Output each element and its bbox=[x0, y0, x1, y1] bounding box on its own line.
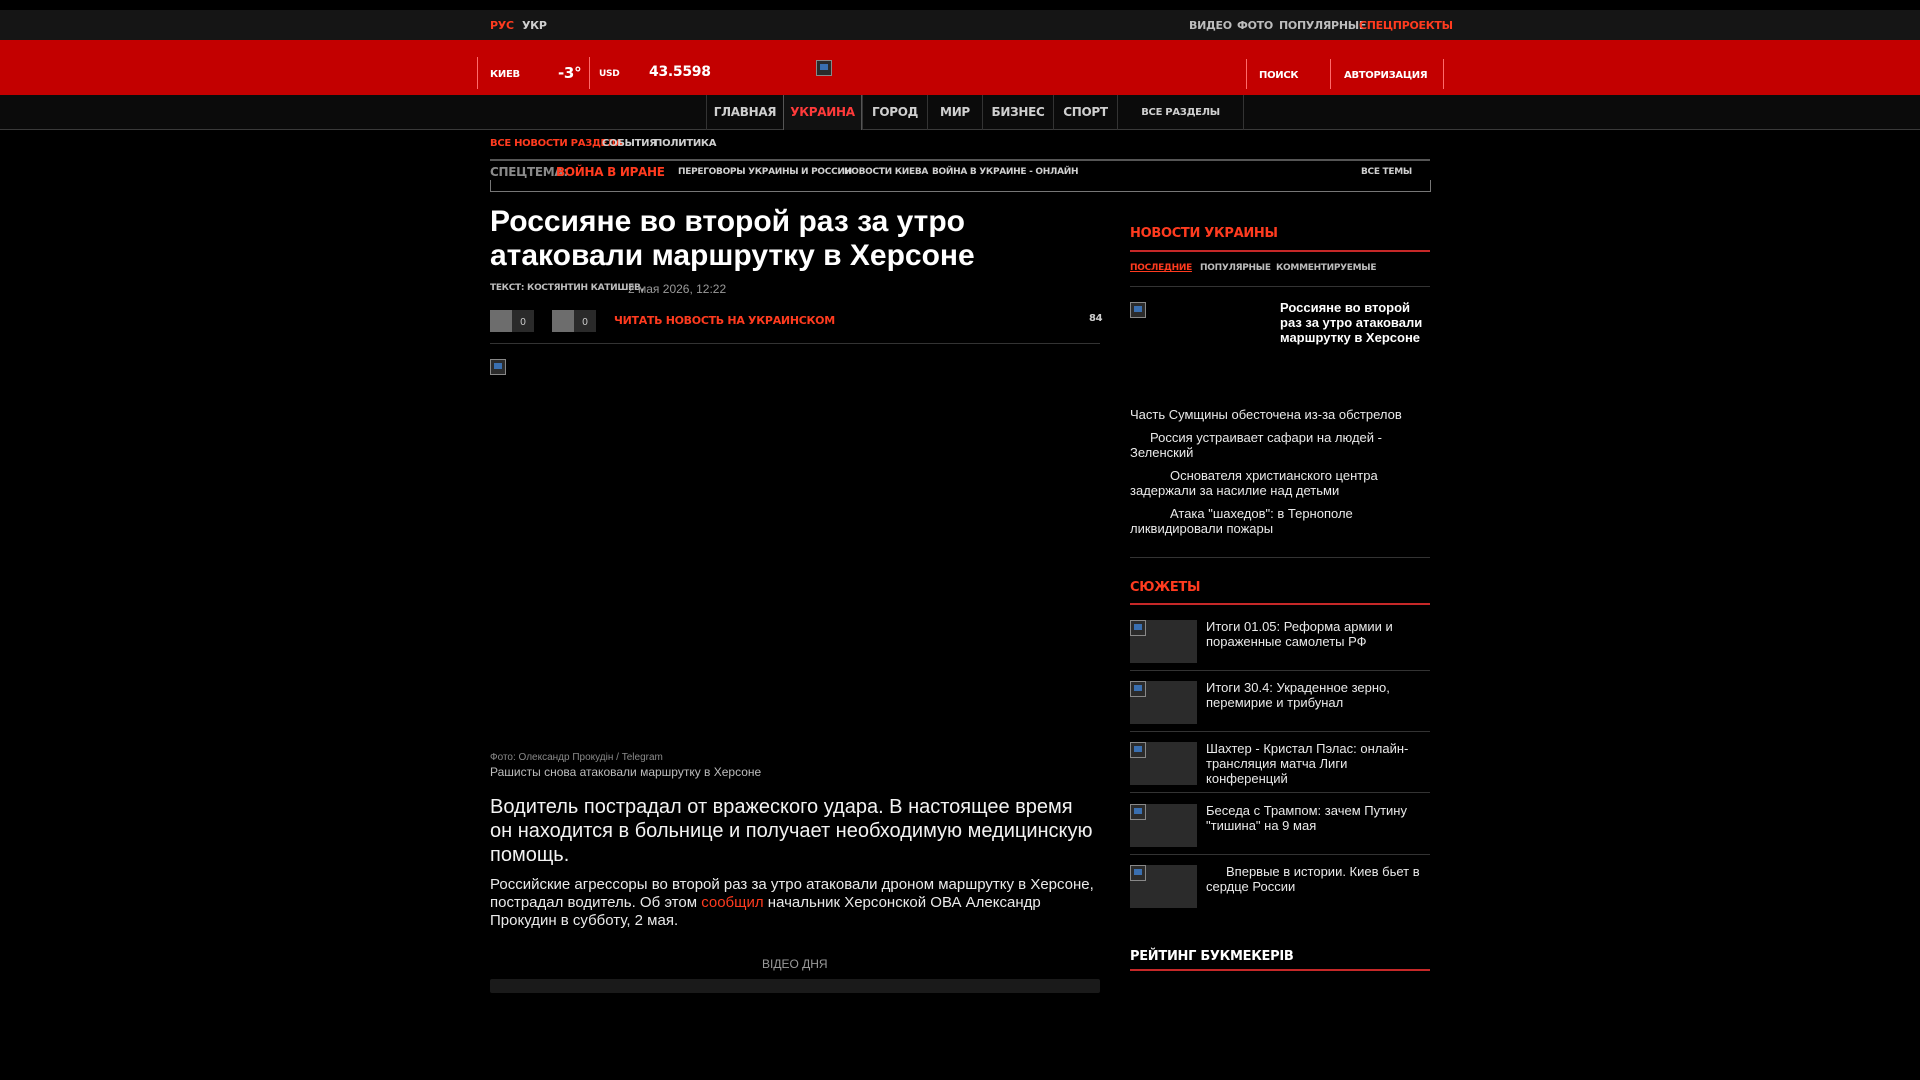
featured-news-image[interactable] bbox=[1130, 302, 1146, 318]
article-author[interactable]: ТЕКСТ: КОСТЯНТИН КАТИШЕВ, bbox=[490, 283, 644, 293]
video-day-player[interactable] bbox=[490, 979, 1100, 993]
special-topic-link[interactable]: ВОЙНА В ИРАНЕ bbox=[556, 165, 665, 179]
nav-all-sections[interactable]: ВСЕ РАЗДЕЛЫ bbox=[1117, 95, 1244, 130]
weather-city: КИЕВ bbox=[490, 69, 520, 80]
tab-latest[interactable]: ПОСЛЕДНИЕ bbox=[1130, 263, 1192, 273]
topic-link-all[interactable]: ВСЕ ТЕМЫ bbox=[1361, 167, 1412, 177]
image-icon bbox=[1130, 865, 1146, 881]
story-thumbnail[interactable] bbox=[1130, 620, 1197, 663]
news-ukraine-title[interactable]: НОВОСТИ УКРАИНЫ bbox=[1130, 226, 1278, 241]
views-count: 84 bbox=[1089, 313, 1103, 324]
article-date: 2 мая 2026, 12:22 bbox=[628, 282, 727, 296]
story-thumbnail[interactable] bbox=[1130, 865, 1197, 908]
divider bbox=[1130, 286, 1430, 287]
photo-credit: Фото: Олександр Прокудін / Telegram bbox=[490, 752, 663, 763]
share-count-box: 0 bbox=[574, 310, 596, 332]
top-link-photo[interactable]: ФОТО bbox=[1237, 19, 1273, 32]
nav-item-city[interactable]: ГОРОД bbox=[862, 95, 927, 130]
bookmaker-rating-title: РЕЙТИНГ БУКМЕКЕРІВ bbox=[1130, 949, 1294, 964]
story-item[interactable]: Шахтер - Кристал Пэлас: онлайн-трансляци… bbox=[1206, 741, 1426, 786]
tab-commented[interactable]: КОММЕНТИРУЕМЫЕ bbox=[1276, 263, 1376, 273]
read-in-ukrainian-link[interactable]: ЧИТАТЬ НОВОСТЬ НА УКРАИНСКОМ bbox=[614, 314, 835, 327]
nav-item-sport[interactable]: СПОРТ bbox=[1053, 95, 1117, 130]
subnav-events[interactable]: СОБЫТИЯ bbox=[602, 138, 657, 149]
story-thumbnail[interactable] bbox=[1130, 681, 1197, 724]
story-item[interactable]: Итоги 01.05: Реформа армии и пораженные … bbox=[1206, 619, 1426, 649]
featured-news-link[interactable]: Россияне во второй раз за утро атаковали… bbox=[1280, 300, 1430, 345]
topic-strip-frame bbox=[490, 180, 1431, 192]
currency-rate: 43.5598 bbox=[649, 64, 711, 80]
nav-item-ukraine[interactable]: УКРАИНА bbox=[783, 95, 862, 130]
divider bbox=[1130, 969, 1430, 971]
divider bbox=[1246, 59, 1247, 89]
lang-ua-link[interactable]: УКР bbox=[522, 19, 547, 32]
divider bbox=[490, 343, 1100, 344]
divider bbox=[1130, 603, 1430, 605]
weather-temp: -3° bbox=[558, 64, 582, 82]
divider bbox=[1443, 59, 1444, 89]
divider bbox=[477, 57, 478, 89]
article-lead: Водитель пострадал от вражеского удара. … bbox=[490, 796, 1093, 866]
divider bbox=[1130, 854, 1430, 855]
news-item[interactable]: Атака "шахедов": в Тернополе ликвидирова… bbox=[1130, 506, 1400, 536]
image-icon bbox=[1130, 620, 1146, 636]
source-link[interactable]: сообщил bbox=[701, 894, 763, 911]
divider bbox=[1130, 792, 1430, 793]
share-count: 0 bbox=[520, 317, 526, 328]
nav-item-business[interactable]: БИЗНЕС bbox=[982, 95, 1053, 130]
top-link-specprojects[interactable]: СПЕЦПРОЕКТЫ bbox=[1359, 19, 1453, 32]
top-link-popular[interactable]: ПОПУЛЯРНЫЕ bbox=[1279, 19, 1366, 32]
divider bbox=[1130, 731, 1430, 732]
topic-link-kyiv-news[interactable]: НОВОСТИ КИЕВА bbox=[844, 167, 928, 177]
story-item[interactable]: Впервые в истории. Киев бьет в сердце Ро… bbox=[1206, 864, 1426, 894]
divider bbox=[589, 57, 590, 89]
divider bbox=[1330, 59, 1331, 89]
subnav-politics[interactable]: ПОЛИТИКА bbox=[654, 138, 717, 149]
image-icon bbox=[1130, 742, 1146, 758]
story-thumbnail[interactable] bbox=[1130, 742, 1197, 785]
news-item[interactable]: Часть Сумщины обесточена из-за обстрелов bbox=[1130, 407, 1430, 422]
story-item[interactable]: Итоги 30.4: Украденное зерно, перемирие … bbox=[1206, 680, 1426, 710]
currency-label: USD bbox=[599, 69, 620, 79]
image-icon bbox=[1130, 804, 1146, 820]
topic-link-war-online[interactable]: ВОЙНА В УКРАИНЕ - ОНЛАЙН bbox=[932, 167, 1079, 177]
header-bar bbox=[0, 40, 1920, 95]
divider bbox=[490, 159, 1430, 161]
nav-item-world[interactable]: МИР bbox=[927, 95, 982, 130]
image-icon bbox=[1130, 681, 1146, 697]
story-item[interactable]: Беседа с Трампом: зачем Путину "тишина" … bbox=[1206, 803, 1426, 833]
twitter-share-button[interactable] bbox=[552, 310, 574, 332]
top-bar bbox=[0, 10, 1920, 40]
photo-caption: Рашисты снова атаковали маршрутку в Херс… bbox=[490, 765, 762, 779]
lang-ru-link[interactable]: РУС bbox=[490, 19, 514, 32]
site-logo[interactable] bbox=[816, 60, 832, 76]
share-count-box: 0 bbox=[512, 310, 534, 332]
story-thumbnail[interactable] bbox=[1130, 804, 1197, 847]
divider bbox=[1130, 557, 1430, 558]
share-count: 0 bbox=[582, 317, 588, 328]
news-item[interactable]: Россия устраивает сафари на людей - Зеле… bbox=[1130, 430, 1400, 460]
divider bbox=[1130, 670, 1430, 671]
top-link-video[interactable]: ВИДЕО bbox=[1189, 19, 1232, 32]
facebook-share-button[interactable] bbox=[490, 310, 512, 332]
topic-link-negotiations[interactable]: ПЕРЕГОВОРЫ УКРАИНЫ И РОССИИ bbox=[678, 167, 852, 177]
video-day-label: ВІДЕО ДНЯ bbox=[762, 957, 828, 971]
stories-title[interactable]: СЮЖЕТЫ bbox=[1130, 580, 1200, 595]
article-body: Российские агрессоры во второй раз за ут… bbox=[490, 876, 1100, 930]
divider bbox=[1130, 250, 1430, 252]
article-title: Россияне во второй раз за утро атаковали… bbox=[490, 205, 975, 272]
search-link[interactable]: ПОИСК bbox=[1259, 70, 1299, 81]
auth-link[interactable]: АВТОРИЗАЦИЯ bbox=[1344, 70, 1428, 81]
nav-item-home[interactable]: ГЛАВНАЯ bbox=[706, 95, 783, 130]
article-main-image bbox=[490, 359, 506, 375]
tab-popular[interactable]: ПОПУЛЯРНЫЕ bbox=[1200, 263, 1271, 273]
news-item[interactable]: Основателя христианского центра задержал… bbox=[1130, 468, 1400, 498]
